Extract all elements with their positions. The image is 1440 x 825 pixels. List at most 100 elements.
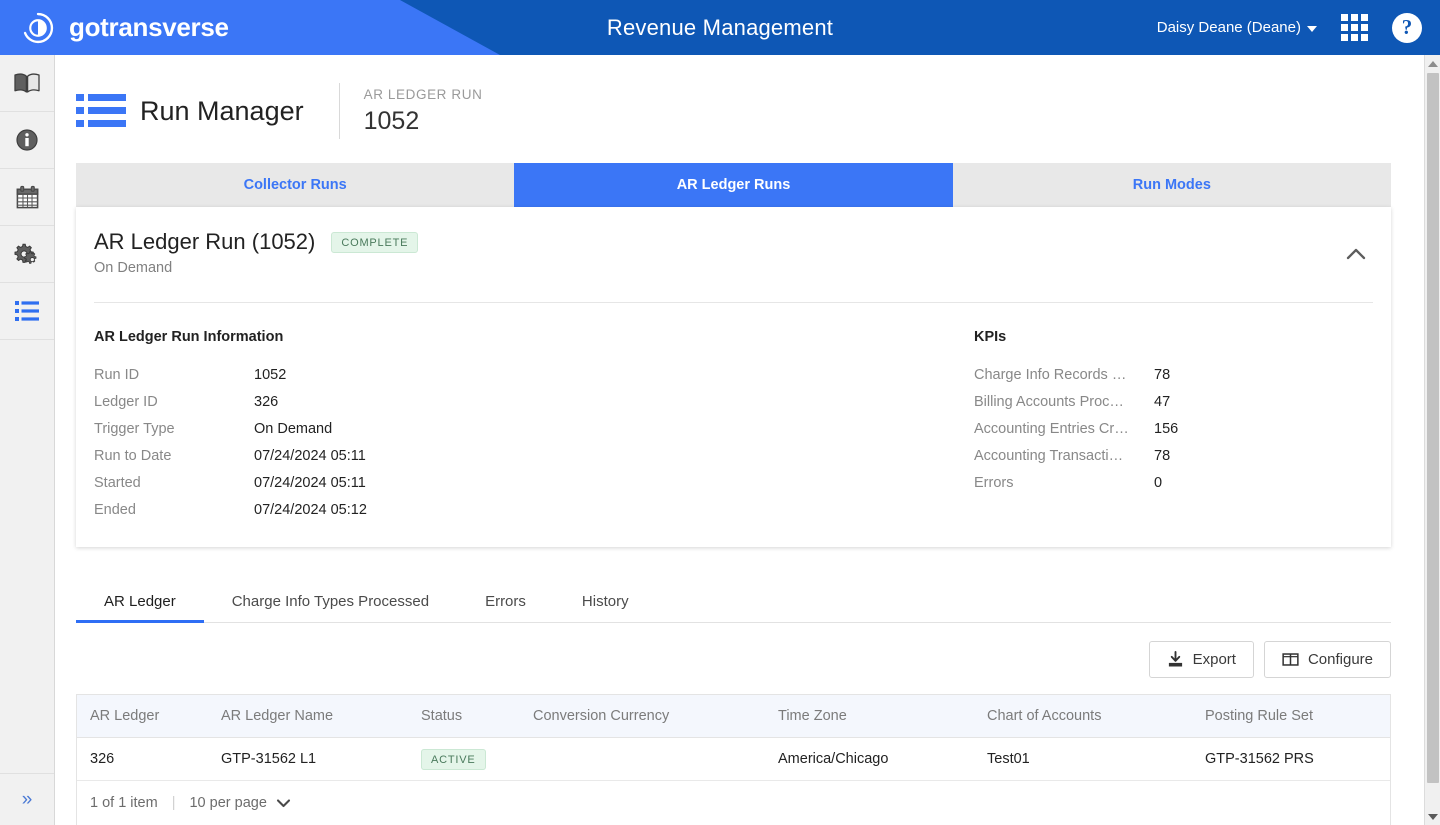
page-meta-label: AR LEDGER RUN: [363, 86, 483, 102]
tab-collector-runs[interactable]: Collector Runs: [76, 163, 515, 207]
card-collapse-button[interactable]: [1343, 243, 1369, 265]
left-sidebar: »: [0, 55, 55, 825]
sidebar-item-info[interactable]: [0, 112, 54, 169]
detail-tabs: AR Ledger Charge Info Types Processed Er…: [76, 583, 1391, 623]
card-subtitle: On Demand: [94, 260, 173, 276]
info-label: Started: [94, 474, 141, 491]
vertical-scrollbar[interactable]: [1424, 55, 1440, 825]
configure-button[interactable]: Configure: [1263, 641, 1391, 678]
book-icon: [14, 73, 40, 93]
double-chevron-right-icon: »: [21, 788, 33, 810]
user-menu[interactable]: Daisy Deane (Deane): [1157, 19, 1317, 36]
chevron-up-icon: [1346, 248, 1366, 260]
tab-charge-info-types-processed[interactable]: Charge Info Types Processed: [203, 583, 458, 623]
export-label: Export: [1192, 651, 1236, 668]
scrollbar-thumb[interactable]: [1427, 73, 1439, 783]
info-label: Trigger Type: [94, 420, 175, 437]
kpis-section: KPIs Charge Info Records … 78 Billing Acc…: [974, 329, 1373, 523]
kpi-row: Billing Accounts Proc… 47: [974, 388, 1373, 415]
kpi-label: Charge Info Records …: [974, 366, 1127, 383]
kpi-label: Errors: [974, 474, 1014, 491]
tabs-filler: [656, 583, 1391, 623]
sidebar-item-calendar[interactable]: [0, 169, 54, 226]
column-header-time-zone[interactable]: Time Zone: [778, 695, 987, 738]
info-row: Ended 07/24/2024 05:12: [94, 496, 974, 523]
pagination-separator: |: [171, 795, 176, 811]
cell-ar-ledger-name: GTP-31562 L1: [221, 737, 421, 781]
pagination-count: 1 of 1 item: [90, 795, 158, 811]
app-header: gotransverse Revenue Management Daisy De…: [0, 0, 1440, 55]
kpis-title: KPIs: [974, 329, 1007, 345]
page-title: Run Manager: [140, 95, 304, 126]
table-pagination: 1 of 1 item | 10 per page: [77, 781, 1390, 825]
sidebar-item-book[interactable]: [0, 55, 54, 112]
kpi-label: Accounting Entries Cr…: [974, 420, 1129, 437]
export-button[interactable]: Export: [1148, 641, 1254, 678]
per-page-selector[interactable]: 10 per page: [189, 795, 290, 811]
info-label: Ledger ID: [94, 393, 158, 410]
brand-name: gotransverse: [69, 12, 229, 42]
kpi-value: 78: [1154, 447, 1171, 464]
kpi-value: 0: [1154, 474, 1163, 491]
chevron-down-icon: [1307, 25, 1317, 32]
cell-time-zone: America/Chicago: [778, 737, 987, 781]
column-header-chart-of-accounts[interactable]: Chart of Accounts: [987, 695, 1205, 738]
tab-history[interactable]: History: [553, 583, 657, 623]
help-question-icon[interactable]: ?: [1392, 12, 1422, 43]
run-manager-list-icon: [76, 94, 126, 127]
gotransverse-logo-icon: [23, 12, 54, 43]
info-value: 326: [254, 393, 279, 410]
cell-posting-rule-set: GTP-31562 PRS: [1205, 737, 1390, 781]
column-header-ar-ledger[interactable]: AR Ledger: [77, 695, 221, 738]
download-icon: [1168, 651, 1182, 667]
list-icon: [15, 301, 39, 321]
info-label: Ended: [94, 501, 136, 518]
gears-icon: [14, 243, 37, 264]
tab-ar-ledger[interactable]: AR Ledger: [76, 583, 204, 623]
tab-ar-ledger-runs[interactable]: AR Ledger Runs: [514, 163, 953, 207]
sidebar-item-settings[interactable]: [0, 226, 54, 283]
column-header-status[interactable]: Status: [421, 695, 533, 738]
info-value: On Demand: [254, 420, 333, 437]
kpi-value: 47: [1154, 393, 1171, 410]
kpi-label: Billing Accounts Proc…: [974, 393, 1124, 410]
info-row: Trigger Type On Demand: [94, 415, 974, 442]
info-circle-icon: [16, 129, 38, 151]
tab-errors[interactable]: Errors: [457, 583, 554, 623]
status-badge: COMPLETE: [331, 231, 419, 253]
card-divider: [94, 302, 1373, 303]
info-row: Run to Date 07/24/2024 05:11: [94, 442, 974, 469]
info-value: 1052: [254, 366, 287, 383]
column-header-conversion-currency[interactable]: Conversion Currency: [533, 695, 778, 738]
grid-apps-icon[interactable]: [1341, 14, 1368, 41]
brand-logo-area[interactable]: gotransverse: [20, 0, 229, 55]
scroll-down-button[interactable]: [1425, 808, 1440, 825]
info-value: 07/24/2024 05:11: [254, 447, 366, 464]
kpi-row: Accounting Entries Cr… 156: [974, 415, 1373, 442]
column-header-ar-ledger-name[interactable]: AR Ledger Name: [221, 695, 421, 738]
chevron-down-icon: [276, 799, 290, 808]
cell-status: ACTIVE: [421, 737, 533, 781]
info-value: 07/24/2024 05:11: [254, 474, 366, 491]
info-value: 07/24/2024 05:12: [254, 501, 367, 518]
scroll-up-button[interactable]: [1425, 55, 1440, 72]
run-detail-card: AR Ledger Run (1052) COMPLETE On Demand …: [76, 207, 1391, 547]
top-tabs: Collector Runs AR Ledger Runs Run Modes: [76, 163, 1391, 207]
sidebar-item-run-manager[interactable]: [0, 283, 54, 340]
info-row: Started 07/24/2024 05:11: [94, 469, 974, 496]
card-title: AR Ledger Run (1052): [94, 229, 316, 254]
user-menu-label: Daisy Deane (Deane): [1156, 19, 1301, 36]
sidebar-expand-button[interactable]: »: [0, 773, 54, 825]
tab-run-modes[interactable]: Run Modes: [952, 163, 1391, 207]
table-header-row: AR Ledger AR Ledger Name Status Conversi…: [77, 695, 1390, 738]
calendar-icon: [16, 185, 38, 208]
table-row[interactable]: 326 GTP-31562 L1 ACTIVE America/Chicago …: [77, 737, 1390, 781]
info-row: Run ID 1052: [94, 361, 974, 388]
page-header: Run Manager AR LEDGER RUN 1052: [55, 55, 1426, 163]
triangle-up-icon: [1427, 60, 1438, 67]
per-page-label: 10 per page: [189, 795, 267, 811]
kpi-value: 156: [1154, 420, 1179, 437]
configure-label: Configure: [1307, 651, 1373, 668]
column-header-posting-rule-set[interactable]: Posting Rule Set: [1205, 695, 1390, 738]
run-information-title: AR Ledger Run Information: [94, 329, 284, 345]
